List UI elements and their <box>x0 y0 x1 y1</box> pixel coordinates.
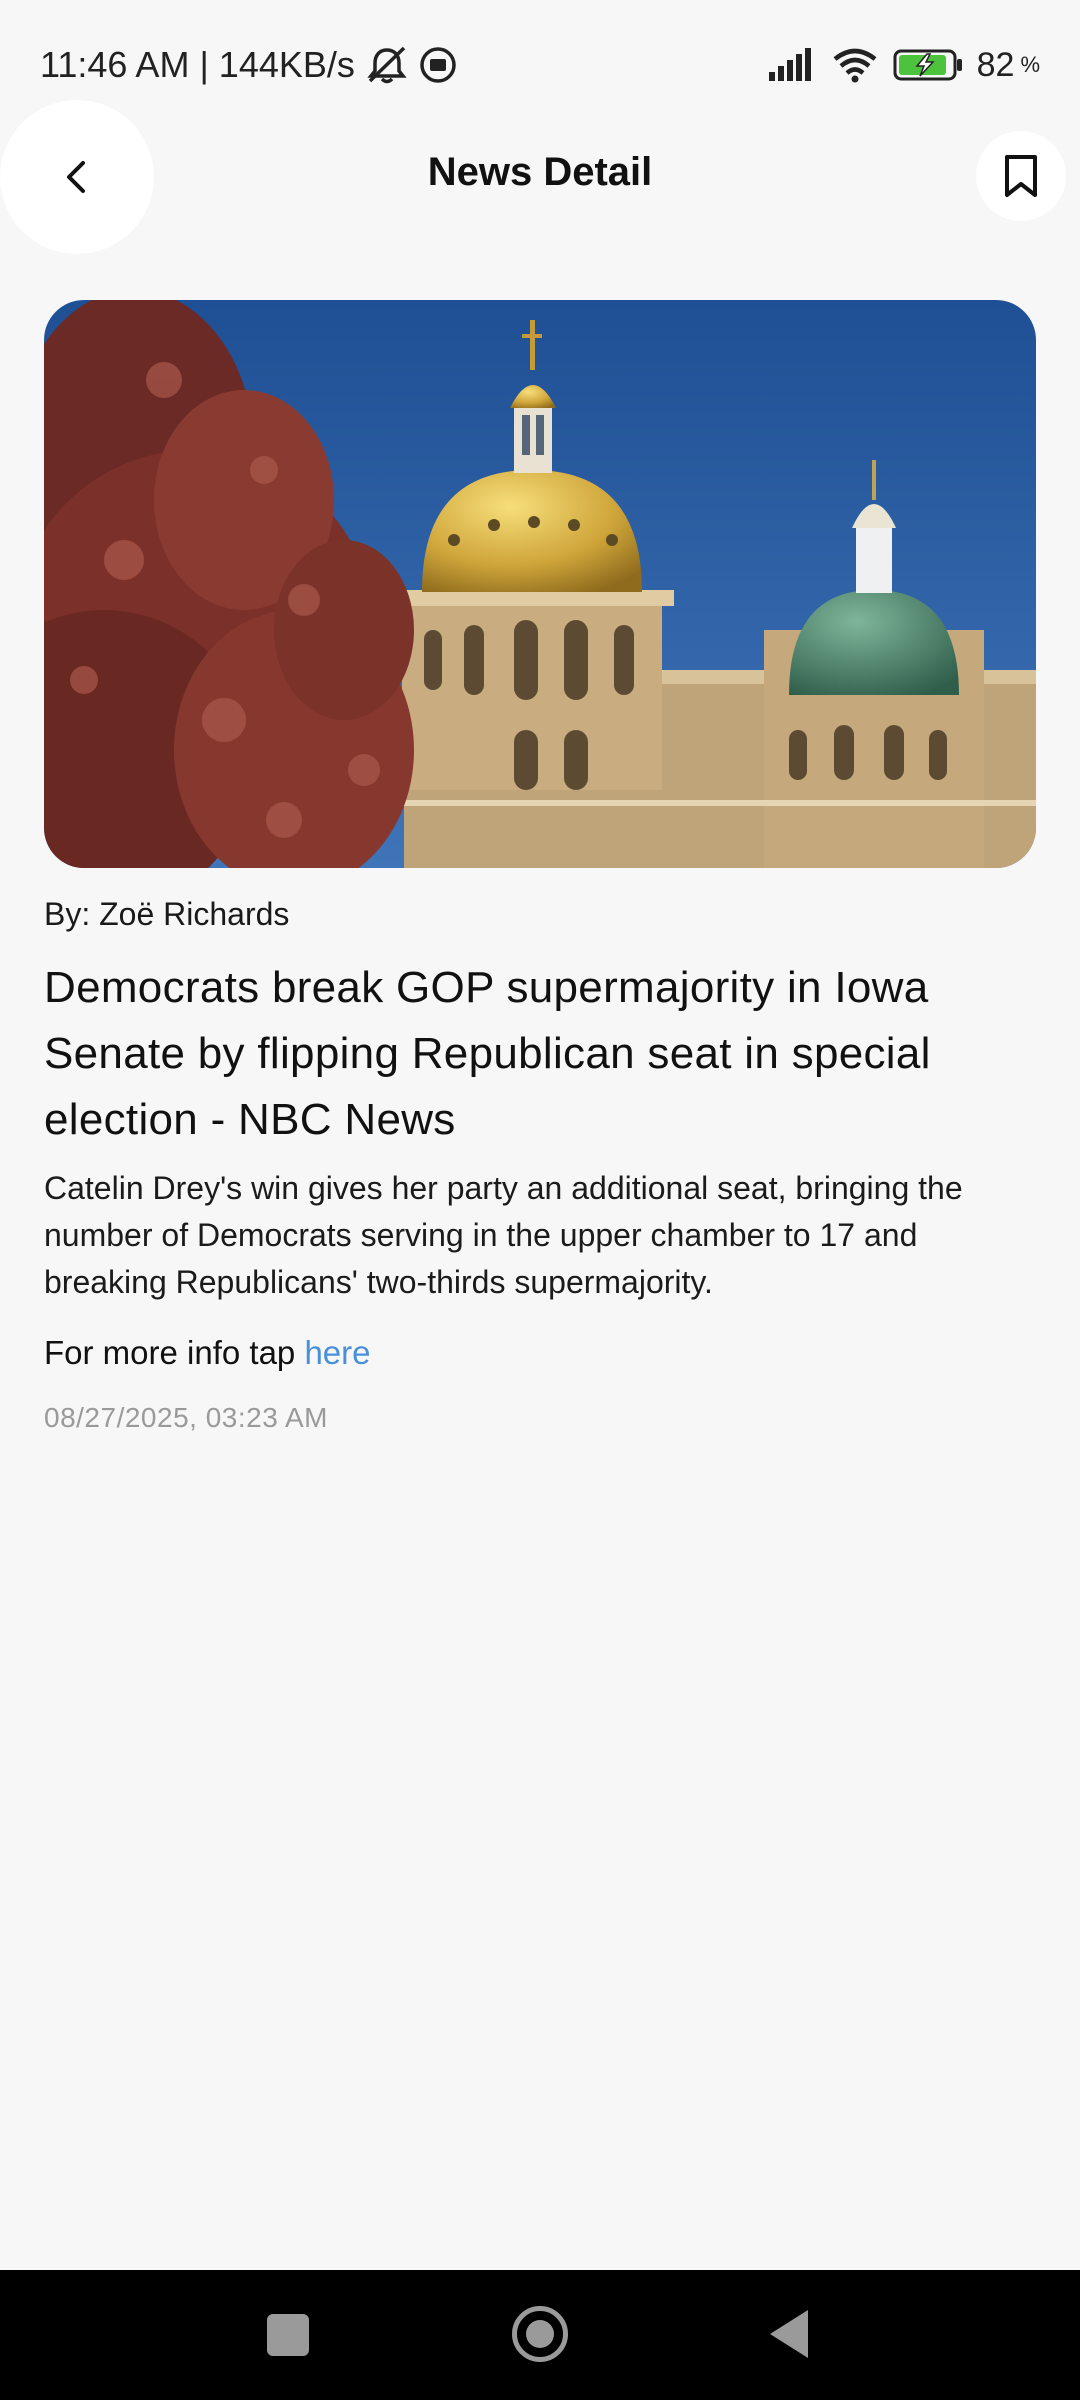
status-time: 11:46 AM <box>40 44 190 85</box>
article-author: By: Zoë Richards <box>44 896 290 932</box>
signal-icon <box>767 48 817 82</box>
app-bar: News Detail <box>0 100 1080 260</box>
status-separator: | <box>199 44 209 85</box>
article-headline: Democrats break GOP supermajority in Iow… <box>44 963 931 1144</box>
network-speed: 144KB/s <box>218 44 355 85</box>
system-back-button[interactable] <box>770 2310 808 2358</box>
article-summary: Catelin Drey's win gives her party an ad… <box>44 1170 963 1300</box>
more-info-line: For more info tap here <box>44 1334 1036 1372</box>
article-timestamp: 08/27/2025, 03:23 AM <box>44 1402 328 1433</box>
status-right: 82% <box>767 46 1040 85</box>
mute-bell-icon <box>365 45 409 85</box>
bookmark-icon <box>1001 153 1041 199</box>
battery-charging-icon <box>893 48 963 82</box>
article-image <box>44 300 1036 868</box>
battery-percent: 82 <box>976 45 1015 84</box>
home-button[interactable] <box>512 2306 568 2362</box>
more-info-text: For more info tap <box>44 1334 305 1371</box>
wifi-icon <box>831 47 879 83</box>
status-left: 11:46 AM | 144KB/s <box>40 44 457 86</box>
record-icon <box>419 46 457 84</box>
recent-apps-button[interactable] <box>267 2314 309 2356</box>
navigation-bar <box>0 2270 1080 2400</box>
bookmark-button[interactable] <box>976 131 1066 221</box>
battery-percent-sign: % <box>1020 52 1040 77</box>
article-content: By: Zoë Richards Democrats break GOP sup… <box>44 896 1036 1434</box>
page-title: News Detail <box>427 150 653 194</box>
more-info-link[interactable]: here <box>304 1334 370 1371</box>
